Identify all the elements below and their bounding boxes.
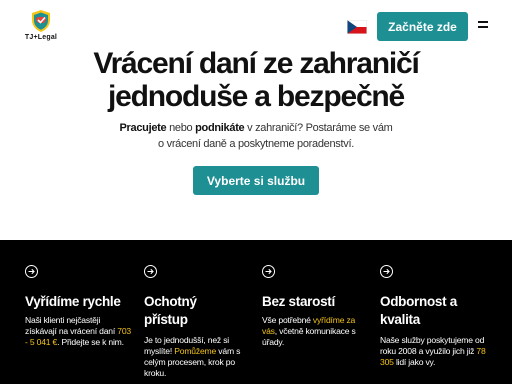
hero-title: Vrácení daní ze zahraničí jednoduše a be… <box>0 47 512 113</box>
hero-subtitle-line-2: o vrácení daně a poskytneme poradenství. <box>158 138 354 150</box>
logo-shield-icon <box>32 10 50 32</box>
logo[interactable]: TJ+Legal <box>23 9 59 41</box>
feature-title-line-1: Ochotný <box>144 294 197 309</box>
hero-subtitle: Pracujete nebo podnikáte v zahraničí? Po… <box>0 120 512 152</box>
logo-text: TJ+Legal <box>24 34 58 41</box>
feature-text: Vše potřebné vyřídíme za vás, včetně kom… <box>262 315 368 348</box>
start-here-button[interactable]: Začněte zde <box>377 12 468 41</box>
hero-sub-text-1: nebo <box>166 122 196 134</box>
arrow-right-circle-icon[interactable] <box>25 265 38 278</box>
feature-title: Bez starostí <box>262 294 335 309</box>
feature-title-line-2: přístup <box>144 312 188 327</box>
feature-text-pre: Naše služby poskytujeme od roku 2008 a v… <box>380 335 485 356</box>
feature-title-line-1: Odbornost a <box>380 294 457 309</box>
header: TJ+Legal Začněte zde <box>0 0 512 50</box>
hero-sub-bold-1: Pracujete <box>119 122 167 134</box>
hamburger-menu-icon[interactable] <box>478 20 488 29</box>
hero-sub-bold-2: podnikáte <box>195 122 245 134</box>
arrow-right-circle-icon[interactable] <box>144 265 157 278</box>
arrow-right-circle-icon[interactable] <box>380 265 393 278</box>
feature-text-pre: Vše potřebné <box>262 315 313 325</box>
feature-title: Odbornost a kvalita <box>380 293 498 329</box>
hero-subtitle-line-1: Pracujete nebo podnikáte v zahraničí? Po… <box>0 120 512 136</box>
feature-text-highlight[interactable]: Pomůžeme <box>174 346 216 356</box>
czech-flag-icon[interactable] <box>347 20 367 34</box>
feature-text: Je to jednodušší, než si myslíte! Pomůže… <box>144 335 250 379</box>
feature-text: Naši klienti nejčastěji získávají na vrá… <box>25 315 133 348</box>
hero-sub-text-2: v zahraničí? Postaráme se vám <box>244 122 393 134</box>
menu-line <box>478 21 488 23</box>
feature-text-pre: Naši klienti nejčastěji získávají na vrá… <box>25 315 118 336</box>
feature-title: Ochotný přístup <box>144 293 262 329</box>
feature-text-post: . Přidejte se k nim. <box>57 337 124 347</box>
feature-text: Naše služby poskytujeme od roku 2008 a v… <box>380 335 488 368</box>
menu-line <box>478 26 488 28</box>
hero-title-line-1: Vrácení daní ze zahraničí <box>93 47 419 80</box>
feature-title-line-2: kvalita <box>380 312 420 327</box>
hero-title-line-2: jednoduše a bezpečně <box>107 80 405 113</box>
choose-service-button[interactable]: Vyberte si službu <box>193 166 319 195</box>
arrow-right-circle-icon[interactable] <box>262 265 275 278</box>
feature-title: Vyřídíme rychle <box>25 294 121 309</box>
feature-text-post: lidí jako vy. <box>393 357 436 367</box>
feature-text-post: , včetně komunikace s úřady. <box>262 326 356 347</box>
features-section: Vyřídíme rychle Naši klienti nejčastěji … <box>0 240 512 384</box>
